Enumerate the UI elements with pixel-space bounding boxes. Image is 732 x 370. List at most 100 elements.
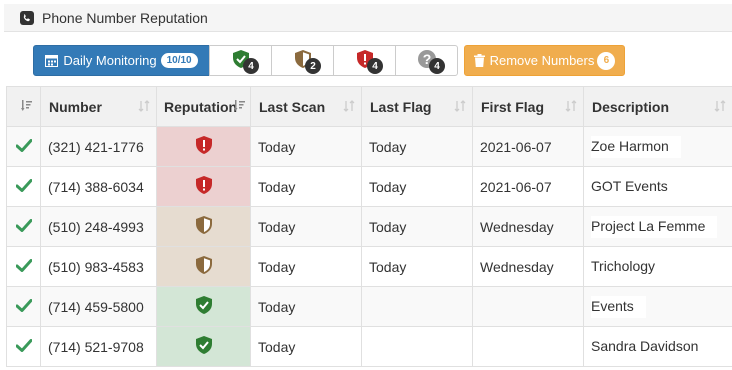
row-status-cell[interactable]	[6, 166, 41, 207]
shield-exclamation-icon	[195, 176, 213, 198]
sort-desc-icon	[234, 100, 246, 112]
number-cell: (510) 248-4993	[40, 206, 157, 247]
reputation-cell	[156, 286, 251, 327]
sort-icon	[714, 100, 726, 112]
remove-numbers-button[interactable]: Remove Numbers 6	[464, 45, 625, 76]
first-flag-cell	[472, 286, 584, 327]
shield-check-icon	[195, 336, 213, 358]
check-icon	[15, 178, 32, 195]
filter-bad-button[interactable]: 4	[333, 45, 396, 76]
table-row[interactable]: (714) 388-6034 Today Today 2021-06-07 GOT Ev…	[6, 166, 732, 207]
column-header-number[interactable]: Number	[40, 86, 157, 127]
filter-neutral-button[interactable]: 2	[271, 45, 334, 76]
last-flag-cell: Today	[361, 126, 473, 167]
description-cell[interactable]: Trichology	[583, 246, 732, 287]
reputation-cell	[156, 326, 251, 367]
column-label-number: Number	[49, 98, 102, 115]
table-row[interactable]: (714) 521-9708 Today Sandra Davidson	[6, 326, 732, 367]
description-cell[interactable]: Sandra Davidson	[583, 326, 732, 367]
daily-monitoring-label: Daily Monitoring	[63, 53, 157, 68]
check-icon	[15, 258, 32, 275]
first-flag-cell: Wednesday	[472, 206, 584, 247]
shield-half-icon	[195, 216, 213, 238]
description-text: Events	[591, 295, 646, 318]
check-icon	[15, 218, 32, 235]
reputation-cell	[156, 166, 251, 207]
row-status-cell[interactable]	[6, 326, 41, 367]
table-header-row: Number Reputation Last Scan Last Flag Fi…	[6, 86, 732, 127]
shield-check-icon	[195, 296, 213, 318]
first-flag-cell: Wednesday	[472, 246, 584, 287]
reputation-cell	[156, 126, 251, 167]
sort-icon	[565, 100, 577, 112]
description-cell[interactable]: Project La Femme	[583, 206, 732, 247]
daily-monitoring-button[interactable]: Daily Monitoring 10/10	[33, 45, 210, 76]
description-text: Sandra Davidson	[591, 335, 711, 358]
panel-header: Phone Number Reputation	[4, 4, 732, 32]
first-flag-cell	[472, 326, 584, 367]
table-row[interactable]: (321) 421-1776 Today Today 2021-06-07 Zoe Ha…	[6, 126, 732, 167]
check-icon	[15, 138, 32, 155]
column-label-last-flag: Last Flag	[370, 98, 432, 115]
filter-button-group: Daily Monitoring 10/10 4 2 4 ? 4	[33, 45, 458, 76]
last-flag-cell: Today	[361, 166, 473, 207]
column-label-last-scan: Last Scan	[259, 98, 326, 115]
trash-icon	[473, 54, 485, 67]
toolbar: Daily Monitoring 10/10 4 2 4 ? 4	[33, 45, 458, 76]
last-scan-cell: Today	[250, 126, 362, 167]
column-label-reputation: Reputation	[164, 98, 238, 115]
filter-bad-count: 4	[367, 58, 383, 74]
table-row[interactable]: (510) 248-4993 Today Today Wednesday Project…	[6, 206, 732, 247]
row-status-cell[interactable]	[6, 246, 41, 287]
number-cell: (510) 983-4583	[40, 246, 157, 287]
remove-numbers-label: Remove Numbers	[489, 53, 595, 68]
row-status-cell[interactable]	[6, 286, 41, 327]
number-cell: (321) 421-1776	[40, 126, 157, 167]
daily-monitoring-badge: 10/10	[160, 53, 198, 68]
row-status-cell[interactable]	[6, 206, 41, 247]
description-cell[interactable]: GOT Events	[583, 166, 732, 207]
sort-icon	[138, 100, 150, 112]
description-cell[interactable]: Zoe Harmon	[583, 126, 732, 167]
remove-numbers-badge: 6	[597, 51, 616, 70]
phone-square-icon	[20, 10, 34, 25]
check-icon	[15, 298, 32, 315]
last-scan-cell: Today	[250, 246, 362, 287]
first-flag-cell: 2021-06-07	[472, 166, 584, 207]
filter-good-button[interactable]: 4	[209, 45, 272, 76]
row-status-cell[interactable]	[6, 126, 41, 167]
filter-unknown-count: 4	[429, 58, 445, 74]
filter-unknown-button[interactable]: ? 4	[395, 45, 458, 76]
column-header-reputation[interactable]: Reputation	[156, 86, 251, 127]
last-scan-cell: Today	[250, 166, 362, 207]
sort-desc-icon	[21, 99, 33, 115]
last-flag-cell	[361, 326, 473, 367]
last-flag-cell: Today	[361, 206, 473, 247]
number-cell: (714) 388-6034	[40, 166, 157, 207]
table-row[interactable]: (510) 983-4583 Today Today Wednesday Trichol…	[6, 246, 732, 287]
last-scan-cell: Today	[250, 286, 362, 327]
reputation-cell	[156, 246, 251, 287]
column-header-description[interactable]: Description	[583, 86, 732, 127]
calendar-icon	[45, 54, 59, 67]
numbers-table: Number Reputation Last Scan Last Flag Fi…	[6, 86, 732, 367]
table-row[interactable]: (714) 459-5800 Today Events	[6, 286, 732, 327]
description-text: Project La Femme	[591, 215, 718, 238]
number-cell: (714) 459-5800	[40, 286, 157, 327]
panel-title: Phone Number Reputation	[42, 9, 208, 26]
column-header-first-flag[interactable]: First Flag	[472, 86, 584, 127]
last-scan-cell: Today	[250, 206, 362, 247]
first-flag-cell: 2021-06-07	[472, 126, 584, 167]
filter-good-count: 4	[243, 58, 259, 74]
column-label-description: Description	[592, 98, 670, 115]
last-flag-cell: Today	[361, 246, 473, 287]
column-header-last-flag[interactable]: Last Flag	[361, 86, 473, 127]
description-cell[interactable]: Events	[583, 286, 732, 327]
description-text: GOT Events	[591, 175, 680, 198]
filter-neutral-count: 2	[305, 58, 321, 74]
description-text: Zoe Harmon	[591, 135, 681, 158]
column-header-last-scan[interactable]: Last Scan	[250, 86, 362, 127]
last-flag-cell	[361, 286, 473, 327]
select-column-header[interactable]	[6, 86, 41, 127]
shield-exclamation-icon	[195, 136, 213, 158]
